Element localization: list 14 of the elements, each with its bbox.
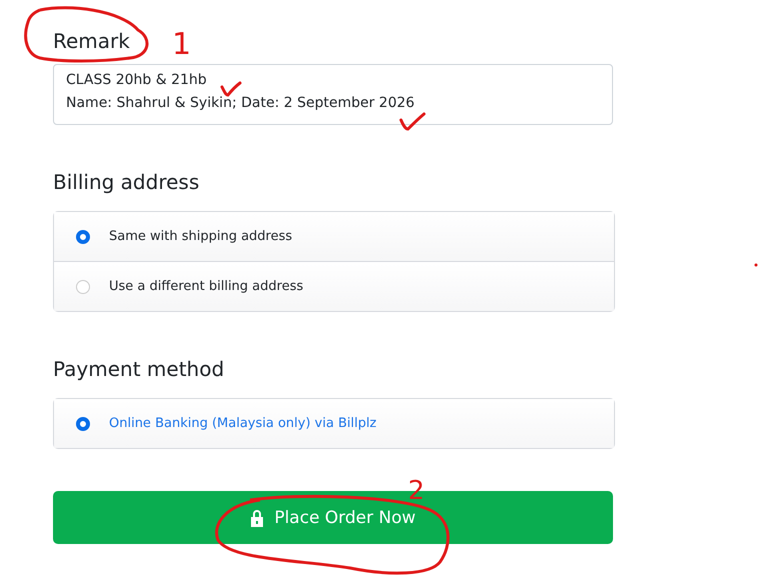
check-mark-icon [220,82,242,96]
lock-icon [250,508,264,526]
billing-heading: Billing address [53,169,200,196]
annotation-number: 1 [172,30,192,60]
option-label[interactable]: Online Banking (Malaysia only) via Billplz [109,416,377,431]
dot-mark [754,264,758,266]
radio-button[interactable] [76,416,90,430]
payment-heading: Payment method [53,356,224,383]
radio-button[interactable] [76,230,90,244]
remark-field[interactable]: CLASS 20hb & 21hb Name: Shahrul & Syikin; Date: 2 September 2026 [53,64,613,125]
remark-heading: Remark [53,28,130,55]
option-label[interactable]: Same with shipping address [109,229,292,244]
check-mark-icon [400,112,426,130]
option-label[interactable]: Use a different billing address [109,279,304,294]
